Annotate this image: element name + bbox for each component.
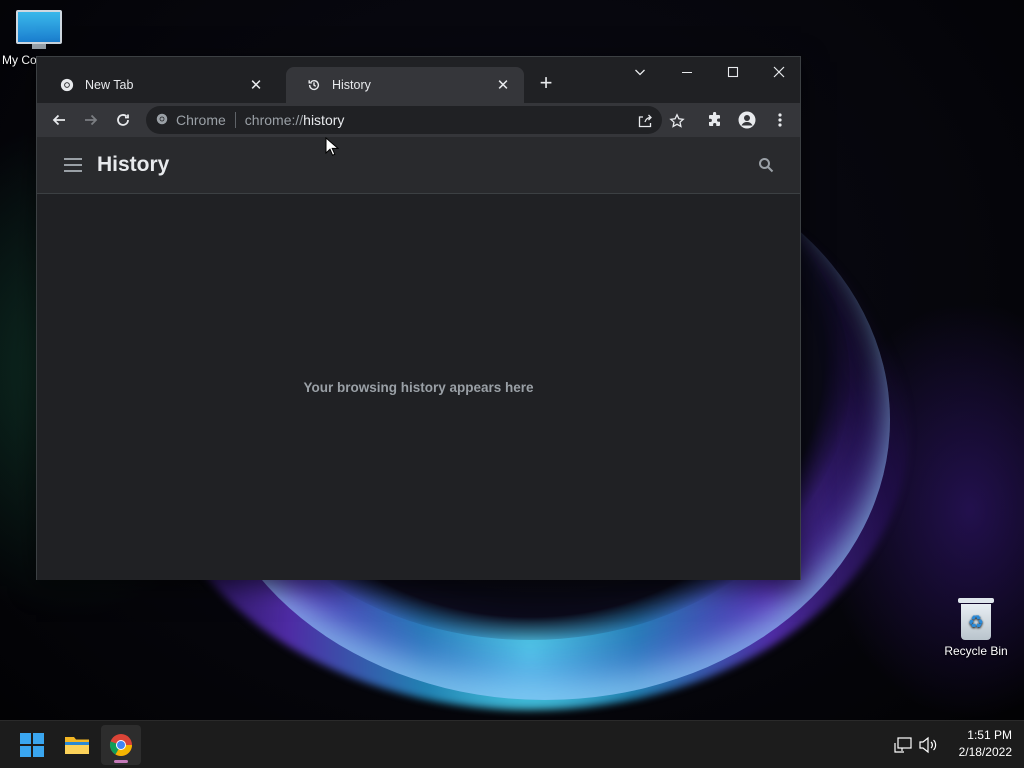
more-menu-button[interactable] [764,105,796,135]
tab-search-button[interactable] [617,57,663,87]
mouse-cursor [325,137,339,156]
close-icon[interactable]: ✕ [247,76,265,94]
start-button[interactable] [12,725,52,765]
file-explorer-icon [65,737,89,754]
close-icon [773,66,785,78]
star-icon [669,113,685,128]
desktop-icon-recycle-bin[interactable]: ♻ Recycle Bin [938,598,1014,658]
browser-toolbar: Chrome chrome://history [37,103,800,137]
volume-icon[interactable] [918,735,938,755]
site-label: Chrome [176,112,226,128]
chrome-icon [109,734,132,756]
start-icon [20,733,44,757]
reload-icon [117,114,129,126]
puzzle-icon [709,112,720,126]
extensions-button[interactable] [699,105,731,135]
network-icon[interactable] [893,735,913,755]
minimize-button[interactable] [664,57,710,87]
forward-button[interactable] [75,105,107,135]
hamburger-menu-button[interactable] [61,153,85,177]
tab-strip: New Tab ✕ History ✕ + [37,57,800,103]
monitor-icon [16,10,62,44]
tab-history[interactable]: History ✕ [286,67,524,103]
menu-icon [64,158,82,172]
clock-date: 2/18/2022 [958,745,1012,759]
arrow-left-icon [52,114,65,126]
back-button[interactable] [43,105,75,135]
share-button[interactable] [629,106,661,136]
tab-title: New Tab [85,78,134,92]
recycle-bin-icon: ♻ [958,598,994,640]
avatar-icon [738,111,756,129]
chrome-taskbar-button[interactable] [101,725,141,765]
bookmark-button[interactable] [661,106,693,136]
close-window-button[interactable] [756,57,802,87]
url-scheme: chrome:// [244,112,304,128]
arrow-right-icon [85,114,98,126]
clock-time: 1:51 PM [967,728,1012,742]
running-indicator [114,760,128,763]
address-bar[interactable]: Chrome chrome://history [146,106,662,134]
search-icon [759,158,774,173]
new-tab-button[interactable]: + [534,71,558,95]
chevron-down-icon [635,69,645,76]
history-icon [306,77,322,93]
share-icon [638,114,652,128]
taskbar: 1:51 PM 2/18/2022 [0,720,1024,768]
page-title: History [97,153,170,176]
desktop-icon-label: Recycle Bin [944,644,1008,658]
search-history-button[interactable] [754,153,778,177]
chrome-icon [156,112,168,128]
empty-history-message: Your browsing history appears here [303,379,534,395]
clock[interactable]: 1:51 PM 2/18/2022 [940,727,1012,761]
more-vert-icon [778,113,782,127]
monitor-stand [32,44,46,49]
history-content: Your browsing history appears here [37,194,800,580]
chrome-icon [59,77,75,93]
omnibox-divider [234,112,236,128]
browser-window: New Tab ✕ History ✕ + Chrome chrome:// h… [36,56,801,580]
history-header: History [37,137,800,194]
reload-button[interactable] [107,105,139,135]
minimize-icon [682,72,692,73]
maximize-icon [727,66,739,78]
tab-new-tab[interactable]: New Tab ✕ [39,67,277,103]
tab-title: History [332,78,371,92]
url-path: history [303,112,345,128]
file-explorer-button[interactable] [57,725,97,765]
profile-button[interactable] [731,105,763,135]
maximize-button[interactable] [710,57,756,87]
close-icon[interactable]: ✕ [494,76,512,94]
